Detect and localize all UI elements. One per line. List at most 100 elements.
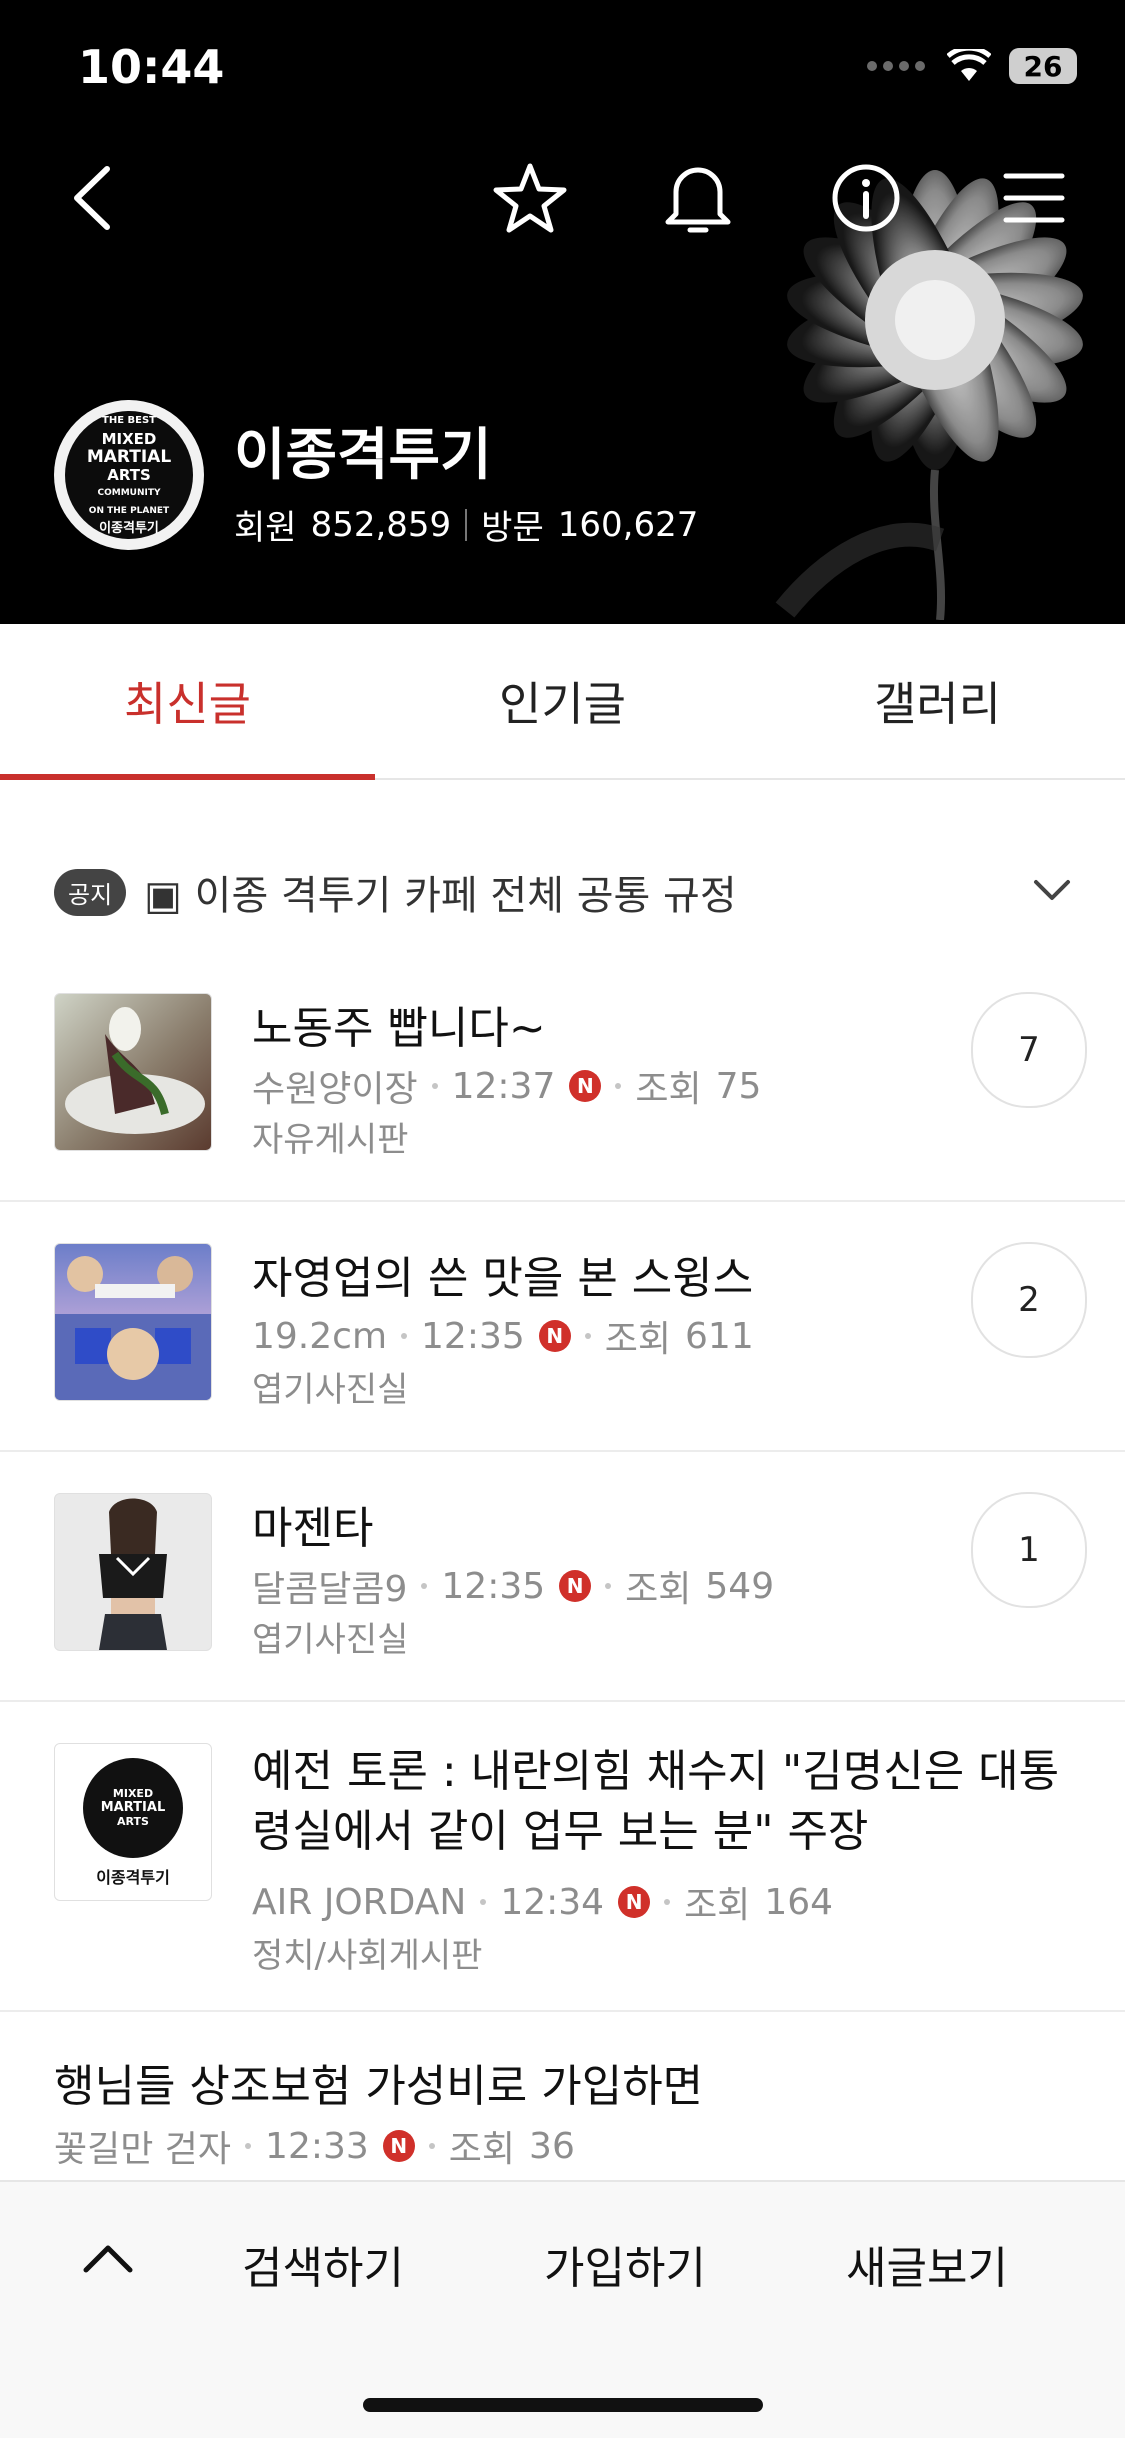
separator-dot [401, 1333, 408, 1339]
views-label: 조회 [604, 1319, 672, 1360]
new-badge: N [382, 2130, 415, 2162]
post-author: 달콤달콤9 [252, 1569, 408, 1610]
new-badge: N [559, 1570, 592, 1602]
visits-label: 방문 [481, 508, 544, 548]
wifi-icon [947, 49, 991, 81]
logo-text: ON THE PLANET [88, 506, 170, 516]
post-thumbnail [54, 1243, 212, 1401]
cafe-logo[interactable]: THE BEST MIXED MARTIAL ARTS COMMUNITY ON… [54, 400, 204, 550]
views-count: 549 [705, 1565, 775, 1607]
divider [465, 508, 468, 541]
tab-latest[interactable]: 최신글 [0, 624, 375, 780]
comment-count[interactable]: 1 [971, 1492, 1087, 1608]
post-meta: 19.2cm 12:35 N 조회 611 [252, 1310, 754, 1362]
post-author: AIR JORDAN [252, 1881, 467, 1923]
post-item[interactable]: 노동주 빱니다~ 수원양이장 12:37 N 조회 75 자유게시판 7 [0, 970, 1125, 1202]
comment-count[interactable]: 7 [971, 992, 1087, 1108]
separator-dot [431, 1083, 438, 1089]
bell-icon [665, 167, 731, 233]
post-title-line: 예전 토론 : 내란의힘 채수지 "김명신은 대통 [252, 1746, 1060, 1797]
status-bar: 10:44 26 [0, 0, 1125, 140]
notification-button[interactable] [650, 150, 746, 246]
top-navigation [0, 150, 1125, 250]
post-thumbnail [54, 1493, 212, 1651]
post-item[interactable]: 자영업의 쓴 맛을 본 스윙스 19.2cm 12:35 N 조회 611 엽기… [0, 1200, 1125, 1452]
post-author: 수원양이장 [252, 1069, 418, 1110]
separator-dot [480, 1899, 487, 1905]
separator-dot [615, 1083, 622, 1089]
post-time: 12:35 [441, 1565, 546, 1607]
favorite-button[interactable] [482, 150, 578, 246]
post-board: 엽기사진실 [252, 1620, 409, 1660]
search-button[interactable]: 검색하기 [242, 2232, 404, 2296]
views-label: 조회 [625, 1569, 692, 1610]
separator-dot [605, 1583, 612, 1589]
post-item[interactable]: MIXED MARTIAL ARTS 이종격투기 예전 토론 : 내란의힘 채수… [0, 1700, 1125, 2012]
logo-text: MIXED [101, 430, 157, 448]
thumbnail-caption: 이종격투기 [96, 1868, 170, 1887]
cellular-signal-icon [867, 61, 929, 71]
tab-bar: 최신글 인기글 갤러리 [0, 624, 1125, 780]
post-thumbnail: MIXED MARTIAL ARTS 이종격투기 [54, 1743, 212, 1901]
post-author: 꽃길만 걷자 [54, 2129, 232, 2170]
tab-gallery[interactable]: 갤러리 [750, 624, 1125, 778]
logo-text: MARTIAL [86, 447, 172, 467]
comment-count[interactable]: 2 [971, 1242, 1087, 1358]
chevron-down-icon[interactable] [1030, 868, 1074, 912]
logo-text: COMMUNITY [97, 488, 161, 498]
post-item[interactable]: 행님들 상조보험 가성비로 가입하면 꽃길만 걷자 12:33 N 조회 36 [0, 2010, 1125, 2180]
post-meta: AIR JORDAN 12:34 N 조회 164 [252, 1876, 833, 1928]
members-label: 회원 [234, 508, 297, 548]
info-icon [832, 164, 900, 232]
separator-dot [421, 1583, 428, 1589]
post-meta: 수원양이장 12:37 N 조회 75 [252, 1060, 761, 1112]
post-meta: 꽃길만 걷자 12:33 N 조회 36 [54, 2120, 575, 2172]
logo-text: ARTS [117, 1815, 149, 1828]
members-count: 852,859 [310, 504, 452, 545]
star-icon [493, 163, 567, 233]
logo-text: MARTIAL [100, 1800, 166, 1815]
post-time: 12:35 [421, 1315, 525, 1357]
info-button[interactable] [818, 150, 914, 246]
chevron-up-icon [83, 2245, 133, 2273]
logo-text: 이종격투기 [99, 521, 159, 536]
join-button[interactable]: 가입하기 [544, 2232, 706, 2296]
post-author: 19.2cm [252, 1315, 388, 1357]
back-button[interactable] [44, 150, 140, 246]
post-title: 자영업의 쓴 맛을 본 스윙스 [252, 1253, 754, 1304]
cafe-name: 이종격투기 [234, 423, 492, 488]
post-title: 행님들 상조보험 가성비로 가입하면 [54, 2061, 704, 2112]
cafe-emblem: MIXED MARTIAL ARTS [83, 1758, 183, 1858]
cafe-stats: 회원 852,859 방문 160,627 [234, 500, 698, 549]
post-item[interactable]: 마젠타 달콤달콤9 12:35 N 조회 549 엽기사진실 1 [0, 1450, 1125, 1702]
views-count: 611 [685, 1315, 754, 1357]
hamburger-menu-icon [1003, 173, 1065, 223]
views-label: 조회 [635, 1069, 702, 1110]
post-title: 예전 토론 : 내란의힘 채수지 "김명신은 대통 령실에서 같이 업무 보는 … [252, 1742, 1082, 1862]
logo-text: THE BEST [102, 415, 156, 426]
new-posts-button[interactable]: 새글보기 [846, 2232, 1008, 2296]
post-time: 12:34 [500, 1881, 605, 1923]
new-badge: N [618, 1886, 651, 1918]
post-time: 12:37 [451, 1065, 556, 1107]
post-board: 엽기사진실 [252, 1370, 409, 1410]
menu-button[interactable] [986, 150, 1082, 246]
post-title: 마젠타 [252, 1503, 374, 1554]
cafe-logo-emblem: THE BEST MIXED MARTIAL ARTS COMMUNITY ON… [65, 411, 193, 539]
post-time: 12:33 [265, 2125, 369, 2167]
notice-text: ▣ 이종 격투기 카페 전체 공통 규정 [144, 873, 737, 919]
scroll-top-button[interactable] [76, 2226, 140, 2290]
home-indicator [363, 2398, 763, 2412]
views-count: 36 [529, 2125, 575, 2167]
tab-popular[interactable]: 인기글 [375, 624, 750, 778]
views-label: 조회 [684, 1885, 751, 1926]
new-badge: N [569, 1070, 602, 1102]
new-badge: N [538, 1320, 571, 1352]
cafe-header: 10:44 26 THE BEST MIXED MARTIAL ARTS COM… [0, 0, 1125, 624]
separator-dot [584, 1333, 591, 1339]
logo-text: MIXED [112, 1787, 154, 1800]
notice-row[interactable]: 공지 ▣ 이종 격투기 카페 전체 공통 규정 [54, 862, 1074, 922]
visits-count: 160,627 [557, 504, 699, 545]
post-board: 자유게시판 [252, 1120, 409, 1160]
status-time: 10:44 [78, 40, 225, 94]
